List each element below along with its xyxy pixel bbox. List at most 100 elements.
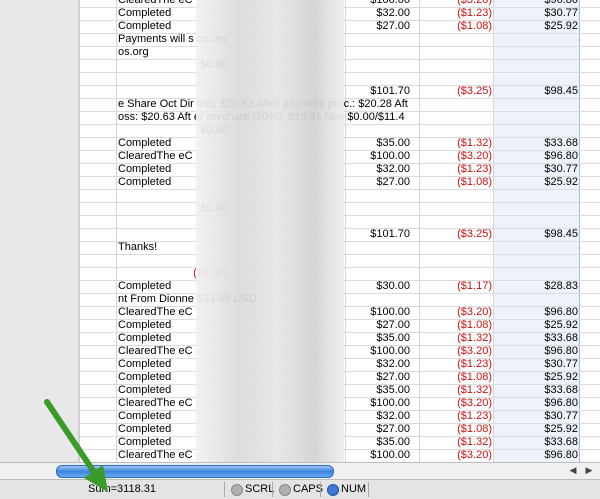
table-cell[interactable]: Completed (118, 20, 198, 33)
table-cell[interactable] (420, 189, 492, 202)
table-cell[interactable]: Completed (118, 137, 198, 150)
table-cell[interactable]: ($1.08) (420, 371, 492, 384)
table-cell[interactable]: ($1.23) (420, 358, 492, 371)
table-cell[interactable]: Completed (118, 319, 198, 332)
num-status-icon (327, 484, 339, 496)
scroll-right-icon[interactable]: ▶ (582, 464, 596, 477)
table-cell[interactable]: $96.80 (494, 397, 578, 410)
table-cell[interactable]: $25.92 (494, 371, 578, 384)
table-cell[interactable]: $33.68 (494, 384, 578, 397)
table-cell[interactable]: $25.92 (494, 319, 578, 332)
table-cell[interactable]: ClearedThe eC (118, 397, 198, 410)
table-cell[interactable]: $25.92 (494, 423, 578, 436)
table-cell[interactable]: Payments will s os.org (118, 33, 598, 46)
table-cell[interactable] (118, 72, 198, 85)
table-cell[interactable] (494, 254, 578, 267)
table-cell[interactable]: e Share Oct Dir oss: $20.63 After paymen… (118, 98, 598, 111)
table-cell[interactable]: ClearedThe eC (118, 449, 198, 462)
table-cell[interactable]: Completed (118, 423, 198, 436)
table-cell[interactable]: Completed (118, 280, 198, 293)
table-cell[interactable] (118, 254, 198, 267)
caps-lock-indicator: CAPS (278, 480, 323, 499)
spreadsheet-grid[interactable]: ClearedThe eC $100.00 ($3.20) $96.80 Complet… (80, 0, 600, 462)
table-cell[interactable] (494, 215, 578, 228)
table-cell[interactable]: $96.80 (494, 449, 578, 462)
table-cell[interactable]: ClearedThe eC (118, 345, 198, 358)
table-cell[interactable]: Thanks! (118, 241, 598, 254)
table-cell[interactable]: ClearedThe eC (118, 0, 198, 7)
table-cell[interactable]: $30.77 (494, 410, 578, 423)
table-cell[interactable]: ($1.32) (420, 384, 492, 397)
left-panel (0, 0, 80, 462)
table-cell[interactable]: ($1.32) (420, 332, 492, 345)
table-cell[interactable] (494, 72, 578, 85)
scrl-status-icon (231, 484, 243, 496)
table-cell[interactable]: ($1.32) (420, 137, 492, 150)
table-cell[interactable]: ($1.08) (420, 176, 492, 189)
table-cell[interactable] (118, 228, 198, 241)
table-cell[interactable]: ($1.23) (420, 7, 492, 20)
status-bar: Sum=3118.31 SCRL CAPS NUM (0, 479, 600, 499)
table-cell[interactable]: $33.68 (494, 332, 578, 345)
table-cell[interactable]: ($1.08) (420, 319, 492, 332)
table-cell[interactable]: ($1.08) (420, 423, 492, 436)
table-cell[interactable]: $30.77 (494, 163, 578, 176)
table-cell[interactable]: $33.68 (494, 436, 578, 449)
num-lock-indicator: NUM (326, 480, 366, 499)
table-cell[interactable]: ($1.08) (420, 20, 492, 33)
table-cell[interactable]: ($1.23) (420, 410, 492, 423)
table-cell[interactable] (118, 215, 198, 228)
table-cell[interactable]: Completed (118, 436, 198, 449)
table-cell[interactable]: $96.80 (494, 345, 578, 358)
table-cell[interactable]: Completed (118, 176, 198, 189)
table-cell[interactable]: ($3.20) (420, 397, 492, 410)
table-cell[interactable]: $28.83 (494, 280, 578, 293)
table-cell[interactable]: Completed (118, 163, 198, 176)
table-cell[interactable]: Completed (118, 410, 198, 423)
table-cell[interactable]: ($1.17) (420, 280, 492, 293)
table-cell[interactable]: Completed (118, 358, 198, 371)
table-cell[interactable]: $33.68 (494, 137, 578, 150)
divider (224, 482, 225, 497)
table-cell[interactable]: $96.80 (494, 306, 578, 319)
table-cell[interactable]: ($3.25) (420, 85, 492, 98)
table-cell[interactable]: $30.77 (494, 358, 578, 371)
table-cell[interactable]: $25.92 (494, 20, 578, 33)
scroll-left-icon[interactable]: ◀ (566, 464, 580, 477)
table-cell[interactable]: oss: $20.63 Aft er revshare (50%): $18.9… (118, 111, 598, 124)
table-cell[interactable] (420, 215, 492, 228)
table-cell[interactable]: $96.80 (494, 0, 578, 7)
table-cell[interactable]: ClearedThe eC (118, 306, 198, 319)
table-cell[interactable]: ($3.20) (420, 0, 492, 7)
table-cell[interactable]: $96.80 (494, 150, 578, 163)
table-cell[interactable]: os.org (118, 46, 598, 59)
horizontal-scrollbar[interactable]: ◀ ▶ (0, 462, 600, 479)
table-cell[interactable]: ($1.32) (420, 436, 492, 449)
caps-status-icon (279, 484, 291, 496)
table-cell[interactable]: $30.77 (494, 7, 578, 20)
table-cell[interactable]: ($1.23) (420, 163, 492, 176)
table-cell[interactable] (118, 189, 198, 202)
table-cell[interactable]: Completed (118, 332, 198, 345)
table-cell[interactable]: ($3.20) (420, 306, 492, 319)
table-cell[interactable] (420, 254, 492, 267)
table-cell[interactable]: ($3.20) (420, 150, 492, 163)
table-cell[interactable] (494, 189, 578, 202)
divider (320, 482, 321, 497)
table-cell[interactable]: ($3.20) (420, 345, 492, 358)
table-cell[interactable]: ($3.20) (420, 449, 492, 462)
scroll-lock-indicator: SCRL (230, 480, 274, 499)
table-cell[interactable]: nt From Dionne $33.68 USD (118, 293, 598, 306)
table-cell[interactable] (118, 85, 198, 98)
table-cell[interactable]: Completed (118, 384, 198, 397)
table-cell[interactable]: $25.92 (494, 176, 578, 189)
table-cell[interactable]: $98.45 (494, 85, 578, 98)
table-cell[interactable]: Completed (118, 371, 198, 384)
table-cell[interactable]: $98.45 (494, 228, 578, 241)
scrollbar-thumb[interactable] (56, 465, 334, 478)
table-cell[interactable]: ($3.25) (420, 228, 492, 241)
scrl-label: SCRL (245, 483, 275, 495)
table-cell[interactable]: Completed (118, 7, 198, 20)
table-cell[interactable]: ClearedThe eC (118, 150, 198, 163)
table-cell[interactable] (420, 72, 492, 85)
